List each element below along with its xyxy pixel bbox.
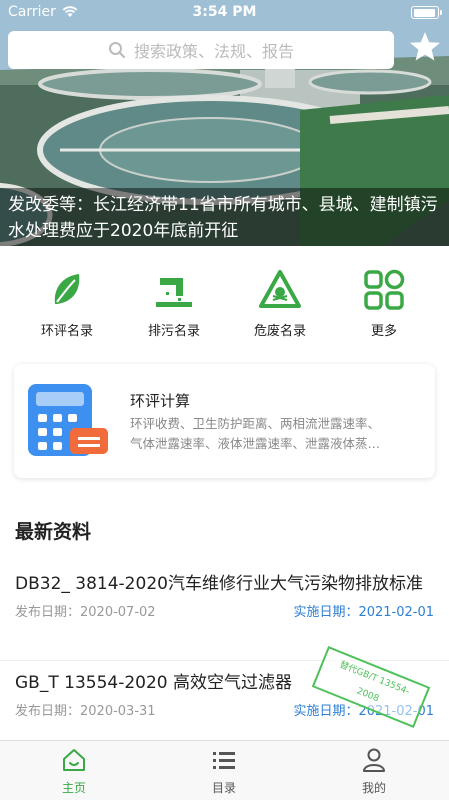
- status-bar: Carrier 3:54 PM: [0, 0, 449, 24]
- category-discharge-list[interactable]: 排污名录: [124, 268, 224, 339]
- hero-caption[interactable]: 发改委等：长江经济带11省市所有城市、县城、建制镇污水处理费应于2020年底前开…: [0, 188, 449, 246]
- search-icon: [108, 42, 126, 59]
- tab-label: 我的: [361, 781, 386, 795]
- status-time: 3:54 PM: [192, 4, 257, 20]
- category-hazardous-waste-list[interactable]: 危废名录: [230, 268, 330, 339]
- leaf-icon: [54, 274, 80, 304]
- tab-catalog[interactable]: 目录: [184, 747, 264, 796]
- favorite-star-icon[interactable]: [408, 30, 442, 64]
- tab-home[interactable]: 主页: [34, 747, 114, 796]
- home-icon: [63, 749, 85, 771]
- publish-date: 发布日期：2020-03-31: [15, 704, 156, 719]
- search-placeholder: 搜索政策、法规、报告: [133, 42, 294, 61]
- hero-banner[interactable]: Carrier 3:54 PM 搜索政策、法规、报告 发改委等：长江经济带11省…: [0, 0, 449, 246]
- battery-icon: [411, 6, 442, 19]
- calculator-title: 环评计算: [130, 392, 191, 410]
- bottom-tab-bar: 主页 目录 我的: [0, 740, 449, 800]
- user-icon: [363, 748, 385, 772]
- category-eia-list[interactable]: 环评名录: [17, 268, 117, 339]
- category-label: 更多: [370, 324, 397, 339]
- grid-more-icon: [364, 269, 405, 310]
- divider: [0, 660, 449, 661]
- document-title: DB32_ 3814-2020汽车维修行业大气污染物排放标准: [15, 574, 423, 594]
- hazard-skull-icon: [259, 270, 301, 308]
- discharge-pipe-icon: [156, 278, 192, 307]
- category-grid: 环评名录 排污名录 危废名录 更多: [0, 246, 449, 350]
- category-label: 危废名录: [253, 324, 306, 339]
- latest-materials-list: DB32_ 3814-2020汽车维修行业大气污染物排放标准 发布日期：2020…: [0, 557, 449, 740]
- tab-label: 主页: [61, 781, 86, 795]
- category-label: 排污名录: [147, 324, 200, 339]
- search-bar[interactable]: 搜索政策、法规、报告: [8, 31, 394, 69]
- latest-materials-heading: 最新资料: [0, 495, 449, 557]
- calculator-description: 环评收费、卫生防护距离、两相流泄露速率、 气体泄露速率、液体泄露速率、泄露液体蒸…: [130, 416, 381, 451]
- tab-label: 目录: [211, 781, 236, 795]
- calculator-icon: [28, 384, 108, 456]
- list-icon: [213, 752, 235, 769]
- category-label: 环评名录: [40, 324, 93, 339]
- category-more[interactable]: 更多: [334, 268, 434, 339]
- tab-mine[interactable]: 我的: [334, 747, 414, 796]
- eia-calculator-card[interactable]: 环评计算 环评收费、卫生防护距离、两相流泄露速率、 气体泄露速率、液体泄露速率、…: [14, 364, 435, 478]
- list-item[interactable]: DB32_ 3814-2020汽车维修行业大气污染物排放标准 发布日期：2020…: [0, 571, 449, 621]
- publish-date: 发布日期：2020-07-02: [15, 605, 156, 620]
- effective-date: 实施日期：2021-02-01: [293, 605, 434, 620]
